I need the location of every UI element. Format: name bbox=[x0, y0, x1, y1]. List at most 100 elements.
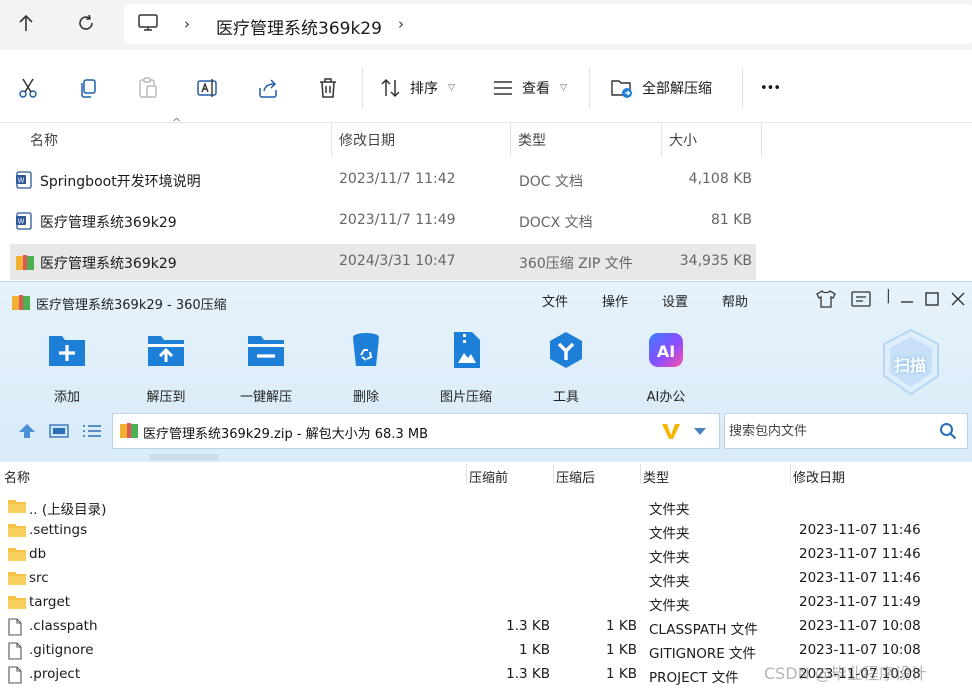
entry-modified: 2023-11-07 11:49 bbox=[799, 594, 921, 610]
menu-operation[interactable]: 操作 bbox=[602, 291, 628, 310]
zip-archive-icon bbox=[120, 423, 138, 438]
up-arrow-icon[interactable] bbox=[18, 423, 36, 439]
archive-row[interactable]: src 文件夹 2023-11-07 11:46 bbox=[0, 566, 972, 590]
thumbnail-view-icon[interactable] bbox=[49, 424, 69, 438]
extract-folder-icon bbox=[611, 80, 632, 98]
explorer-toolbar: 排序 ▽ 查看 ▽ 全部解压缩 ••• bbox=[0, 54, 972, 123]
message-icon[interactable] bbox=[851, 291, 871, 307]
ai-office-button[interactable]: AI AI办公 bbox=[626, 330, 706, 405]
file-name: 医疗管理系统369k29 bbox=[40, 215, 177, 231]
column-divider bbox=[790, 464, 791, 484]
column-type[interactable]: 类型 bbox=[643, 467, 669, 486]
extract-to-button[interactable]: 解压到 bbox=[126, 330, 206, 405]
column-modified[interactable]: 修改日期 bbox=[793, 467, 845, 486]
archive-row[interactable]: target 文件夹 2023-11-07 11:49 bbox=[0, 590, 972, 614]
chevron-right-icon[interactable]: › bbox=[398, 15, 404, 33]
recycle-bin-icon bbox=[353, 333, 379, 366]
skin-shirt-icon[interactable] bbox=[816, 290, 836, 308]
entry-size-before: 1 KB bbox=[519, 642, 550, 658]
cut-icon[interactable] bbox=[16, 76, 40, 100]
archive-path-text: 医疗管理系统369k29.zip - 解包大小为 68.3 MB bbox=[143, 427, 429, 442]
more-options-button[interactable]: ••• bbox=[760, 76, 781, 100]
tools-label: 工具 bbox=[552, 390, 579, 405]
file-size: 81 KB bbox=[710, 212, 752, 228]
svg-text:AI: AI bbox=[657, 342, 675, 361]
file-type: DOCX 文档 bbox=[519, 215, 593, 231]
maximize-icon[interactable] bbox=[925, 292, 939, 306]
delete-icon[interactable] bbox=[316, 76, 340, 100]
zip-archive-icon bbox=[16, 255, 34, 270]
delete-label: 删除 bbox=[352, 390, 379, 405]
folder-icon bbox=[7, 570, 27, 590]
column-divider bbox=[553, 464, 554, 484]
archive-row[interactable]: .gitignore 1 KB 1 KB GITIGNORE 文件 2023-11-07… bbox=[0, 638, 972, 662]
ai-office-label: AI办公 bbox=[646, 390, 686, 405]
rename-icon[interactable] bbox=[196, 76, 220, 100]
ai-badge-icon: AI bbox=[649, 333, 683, 367]
file-row[interactable]: W 医疗管理系统369k29 2023/11/7 11:49 DOCX 文档 8… bbox=[10, 203, 756, 239]
close-icon[interactable] bbox=[951, 292, 965, 306]
file-list-header: ^ 名称 修改日期 类型 大小 bbox=[0, 116, 972, 156]
image-compress-button[interactable]: 图片压缩 bbox=[426, 330, 506, 405]
tools-hexagon-icon bbox=[550, 332, 582, 368]
entry-size-before: 1.3 KB bbox=[506, 666, 550, 682]
minimize-icon[interactable] bbox=[899, 292, 915, 304]
entry-type: 文件夹 bbox=[649, 550, 690, 566]
scan-button[interactable]: 扫描 bbox=[880, 328, 942, 398]
add-folder-icon bbox=[49, 336, 85, 366]
sort-button[interactable]: 排序 ▽ bbox=[380, 76, 455, 100]
word-doc-icon: W bbox=[16, 171, 32, 189]
column-name[interactable]: 名称 bbox=[30, 130, 58, 150]
view-button[interactable]: 查看 ▽ bbox=[492, 76, 567, 100]
one-click-extract-button[interactable]: 一键解压 bbox=[226, 330, 306, 405]
search-input[interactable] bbox=[727, 414, 931, 448]
tools-button[interactable]: 工具 bbox=[526, 330, 606, 405]
archive-row[interactable]: db 文件夹 2023-11-07 11:46 bbox=[0, 542, 972, 566]
breadcrumb[interactable]: › 医疗管理系统369k29 › bbox=[124, 4, 972, 44]
add-button[interactable]: 添加 bbox=[27, 330, 107, 405]
extract-all-button[interactable]: 全部解压缩 bbox=[610, 76, 712, 100]
refresh-icon[interactable] bbox=[69, 8, 103, 38]
scrollbar-thumb[interactable] bbox=[150, 454, 218, 460]
toolbar-divider bbox=[362, 68, 363, 108]
copy-icon[interactable] bbox=[76, 76, 100, 100]
extract-all-label: 全部解压缩 bbox=[642, 81, 712, 97]
view-label: 查看 bbox=[522, 81, 550, 97]
column-type[interactable]: 类型 bbox=[518, 130, 546, 150]
archive-row[interactable]: .settings 文件夹 2023-11-07 11:46 bbox=[0, 518, 972, 542]
entry-name: src bbox=[29, 570, 49, 586]
column-after[interactable]: 压缩后 bbox=[556, 467, 595, 486]
search-icon[interactable] bbox=[939, 422, 957, 440]
image-compress-icon bbox=[454, 332, 480, 368]
breadcrumb-title[interactable]: 医疗管理系统369k29 bbox=[216, 14, 382, 39]
column-modified[interactable]: 修改日期 bbox=[339, 130, 395, 150]
image-compress-label: 图片压缩 bbox=[439, 390, 492, 405]
dropdown-triangle-icon[interactable] bbox=[693, 427, 707, 436]
column-before[interactable]: 压缩前 bbox=[469, 467, 508, 486]
menu-help[interactable]: 帮助 bbox=[722, 291, 748, 310]
file-icon bbox=[7, 642, 23, 664]
security-v-icon[interactable] bbox=[661, 421, 681, 441]
up-arrow-icon[interactable] bbox=[9, 8, 43, 38]
entry-name: .classpath bbox=[29, 618, 98, 634]
file-row[interactable]: W Springboot开发环境说明 2023/11/7 11:42 DOC 文… bbox=[10, 162, 756, 198]
entry-modified: 2023-11-07 11:46 bbox=[799, 570, 921, 586]
column-divider bbox=[331, 122, 332, 156]
column-name[interactable]: 名称 bbox=[4, 467, 30, 486]
column-divider bbox=[510, 122, 511, 156]
entry-name: db bbox=[29, 546, 47, 562]
archive-path-field[interactable]: 医疗管理系统369k29.zip - 解包大小为 68.3 MB bbox=[112, 413, 720, 449]
archive-row[interactable]: .classpath 1.3 KB 1 KB CLASSPATH 文件 2023-11-… bbox=[0, 614, 972, 638]
share-icon[interactable] bbox=[256, 76, 280, 100]
menu-file[interactable]: 文件 bbox=[542, 291, 568, 310]
one-click-extract-label: 一键解压 bbox=[239, 390, 292, 405]
file-row-selected[interactable]: 医疗管理系统369k29 2024/3/31 10:47 360压缩 ZIP 文… bbox=[10, 244, 756, 280]
archive-row[interactable]: .. (上级目录) 文件夹 bbox=[0, 494, 972, 518]
list-view-icon[interactable] bbox=[82, 424, 102, 438]
computer-icon bbox=[138, 14, 158, 36]
file-name: Springboot开发环境说明 bbox=[40, 174, 201, 190]
delete-button[interactable]: 删除 bbox=[326, 330, 406, 405]
menu-settings[interactable]: 设置 bbox=[662, 291, 688, 310]
column-divider bbox=[640, 464, 641, 484]
column-size[interactable]: 大小 bbox=[669, 130, 697, 150]
